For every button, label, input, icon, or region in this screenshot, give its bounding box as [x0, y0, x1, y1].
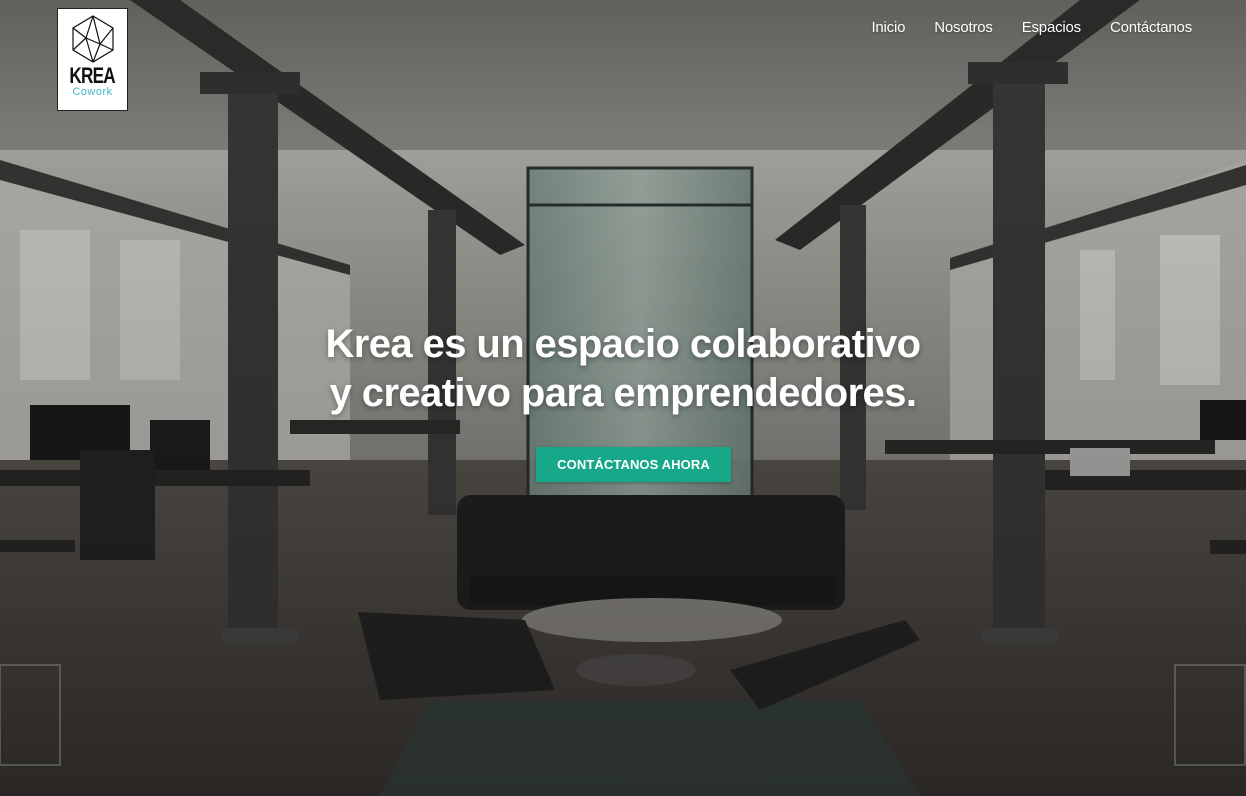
nav-item-nosotros[interactable]: Nosotros — [934, 19, 993, 36]
logo-wordmark: KREA — [69, 63, 116, 88]
hero-section: Krea es un espacio colaborativo y creati… — [0, 320, 1246, 418]
nav-item-contactanos[interactable]: Contáctanos — [1110, 19, 1192, 36]
nav-item-espacios[interactable]: Espacios — [1022, 19, 1081, 36]
hero-headline-line-2: y creativo para emprendedores. — [329, 371, 917, 415]
nav-item-inicio[interactable]: Inicio — [871, 19, 905, 36]
hero-headline: Krea es un espacio colaborativo y creati… — [263, 320, 983, 418]
hero-headline-line-1: Krea es un espacio colaborativo — [325, 322, 922, 366]
krea-cowork-logo[interactable]: KREA Cowork — [57, 8, 128, 111]
contact-now-button[interactable]: CONTÁCTANOS AHORA — [536, 447, 731, 482]
main-navigation: Inicio Nosotros Espacios Contáctanos — [871, 19, 1192, 36]
geometric-logo-icon — [71, 15, 114, 63]
